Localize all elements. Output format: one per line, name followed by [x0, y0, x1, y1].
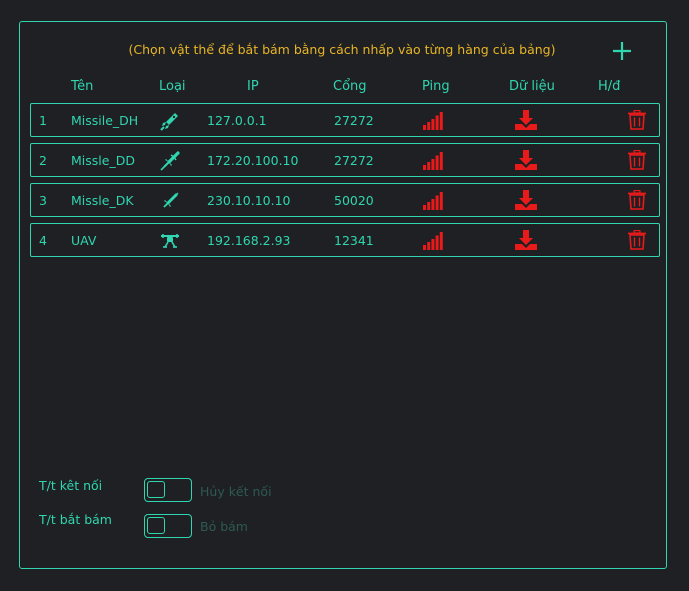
signal-bars-icon — [423, 232, 443, 250]
signal-bars-icon — [423, 112, 443, 130]
connection-toggle[interactable] — [144, 478, 192, 502]
row-index: 1 — [39, 113, 47, 128]
row-port: 27272 — [334, 153, 374, 168]
row-name: UAV — [71, 233, 97, 248]
target-panel: (Chọn vật thể để bắt bám bằng cách nhấp … — [19, 21, 667, 569]
signal-bars-icon — [423, 192, 443, 210]
toggle-knob — [147, 481, 165, 498]
column-name: Tên — [71, 79, 94, 94]
row-ip: 127.0.0.1 — [207, 113, 267, 128]
trash-icon[interactable] — [628, 110, 646, 130]
untrack-text: Bỏ bám — [200, 519, 248, 534]
download-icon[interactable] — [515, 230, 537, 250]
row-name: Missle_DK — [71, 193, 134, 208]
row-port: 12341 — [334, 233, 374, 248]
row-ip: 192.168.2.93 — [207, 233, 291, 248]
tracking-toggle[interactable] — [144, 514, 192, 538]
row-index: 4 — [39, 233, 47, 248]
row-port: 50020 — [334, 193, 374, 208]
plus-icon — [613, 42, 631, 60]
download-icon[interactable] — [515, 190, 537, 210]
table-row[interactable]: 3 Missle_DK 230.10.10.10 50020 — [30, 183, 660, 217]
uav-icon — [161, 234, 179, 248]
missile-small-icon — [163, 192, 179, 208]
row-port: 27272 — [334, 113, 374, 128]
column-ping: Ping — [422, 79, 450, 94]
row-name: Missile_DH — [71, 113, 139, 128]
column-type: Loại — [159, 79, 186, 94]
table-row[interactable]: 4 UAV 192.168.2.93 12341 — [30, 223, 660, 257]
row-ip: 230.10.10.10 — [207, 193, 291, 208]
table-header: Tên Loại IP Cổng Ping Dữ liệu H/đ — [20, 79, 666, 97]
row-ip: 172.20.100.10 — [207, 153, 299, 168]
add-target-button[interactable] — [612, 41, 632, 61]
download-icon[interactable] — [515, 110, 537, 130]
table-row[interactable]: 2 Missle_DD 172.20.100.10 27272 — [30, 143, 660, 177]
trash-icon[interactable] — [628, 150, 646, 170]
column-data: Dữ liệu — [509, 79, 555, 94]
instruction-hint: (Chọn vật thể để bắt bám bằng cách nhấp … — [20, 42, 666, 57]
instruction-hint-text: (Chọn vật thể để bắt bám bằng cách nhấp … — [128, 42, 556, 57]
download-icon[interactable] — [515, 150, 537, 170]
row-index: 3 — [39, 193, 47, 208]
column-action: H/đ — [598, 79, 621, 94]
trash-icon[interactable] — [628, 190, 646, 210]
column-ip: IP — [247, 79, 259, 94]
toggle-knob — [147, 517, 165, 534]
missile-icon — [160, 113, 178, 131]
signal-bars-icon — [423, 152, 443, 170]
connection-status-label: T/t kêt nối — [39, 478, 103, 493]
table-row[interactable]: 1 Missile_DH 127.0.0.1 27272 — [30, 103, 660, 137]
column-port: Cổng — [333, 79, 367, 94]
missile-diagonal-icon — [160, 151, 180, 171]
tracking-status-label: T/t bắt bám — [39, 512, 112, 527]
row-index: 2 — [39, 153, 47, 168]
row-name: Missle_DD — [71, 153, 135, 168]
trash-icon[interactable] — [628, 230, 646, 250]
disconnect-text: Hủy kết nối — [200, 484, 272, 499]
